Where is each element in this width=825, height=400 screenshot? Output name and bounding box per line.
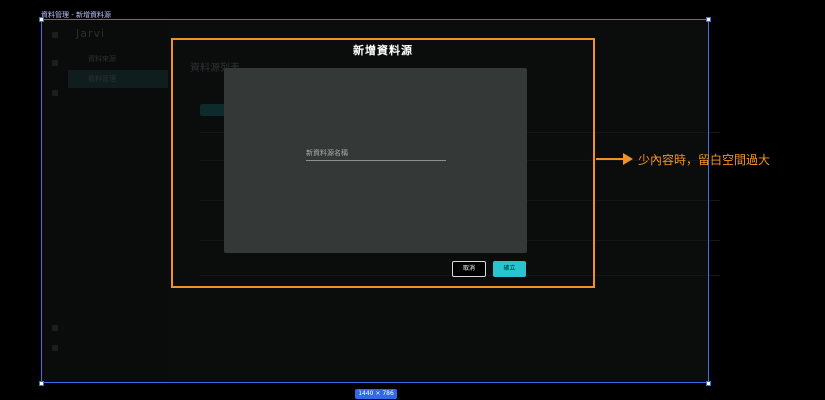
- annotation-connector: [596, 158, 624, 160]
- arrow-right-icon: [623, 153, 633, 165]
- resize-handle[interactable]: [39, 17, 44, 22]
- resize-handle[interactable]: [706, 17, 711, 22]
- size-badge: 1440 × 786: [355, 389, 397, 399]
- resize-handle[interactable]: [39, 381, 44, 386]
- annotation-note: 少內容時，留白空間過大: [638, 153, 771, 167]
- resize-handle[interactable]: [706, 381, 711, 386]
- annotation-highlight-box: [171, 38, 595, 288]
